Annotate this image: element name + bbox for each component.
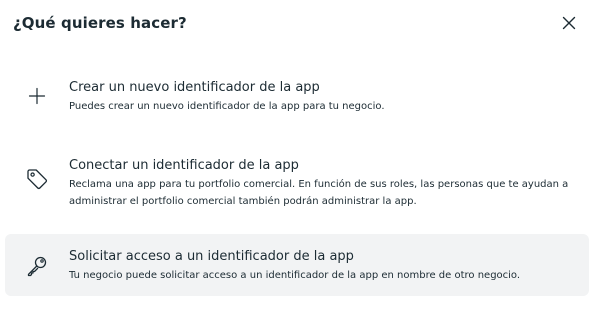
option-title: Crear un nuevo identificador de la app bbox=[69, 80, 320, 95]
option-create-app-id[interactable]: Crear un nuevo identificador de la app P… bbox=[5, 70, 589, 126]
what-to-do-dialog: ¿Qué quieres hacer? Crear un nuevo ident… bbox=[0, 0, 599, 330]
close-icon[interactable] bbox=[562, 15, 576, 34]
key-icon bbox=[23, 252, 51, 280]
option-title: Solicitar acceso a un identificador de l… bbox=[69, 249, 354, 264]
option-description: Puedes crear un nuevo identificador de l… bbox=[69, 101, 385, 112]
tag-icon bbox=[23, 165, 51, 193]
plus-icon bbox=[23, 82, 51, 110]
close-button[interactable] bbox=[558, 13, 580, 35]
option-title: Conectar un identificador de la app bbox=[69, 158, 299, 173]
option-description: Tu negocio puede solicitar acceso a un i… bbox=[69, 270, 521, 281]
option-connect-app-id[interactable]: Conectar un identificador de la app Recl… bbox=[5, 146, 589, 218]
option-request-access-app-id[interactable]: Solicitar acceso a un identificador de l… bbox=[5, 234, 589, 296]
dialog-title: ¿Qué quieres hacer? bbox=[13, 14, 187, 32]
option-description: Reclama una app para tu portfolio comerc… bbox=[69, 179, 569, 207]
